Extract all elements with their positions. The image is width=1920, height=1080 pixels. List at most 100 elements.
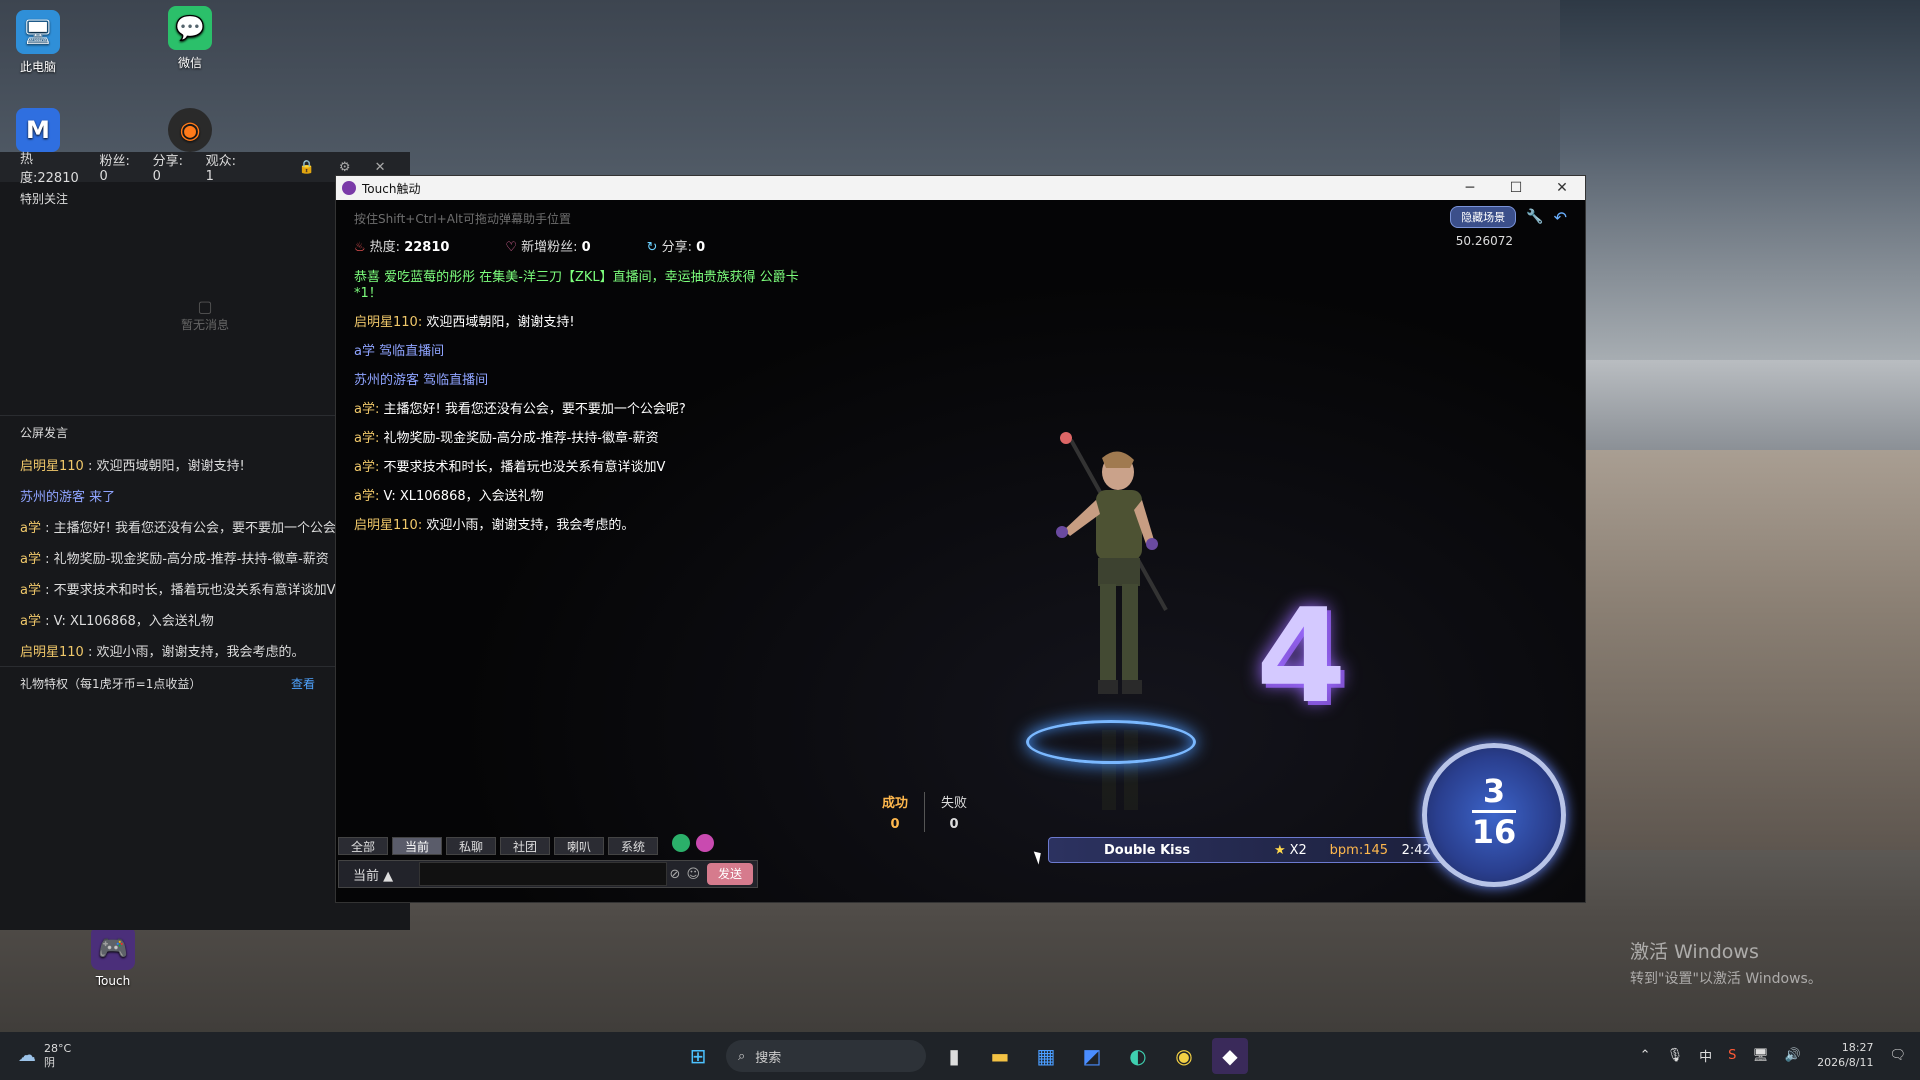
assistant-message: 苏州的游客 来了 bbox=[0, 480, 335, 511]
chat-nick: a学: bbox=[354, 402, 380, 417]
chat-tab[interactable]: 社团 bbox=[500, 837, 550, 855]
chat-nick: 启明星110: bbox=[354, 518, 423, 533]
sogou-icon[interactable]: S bbox=[1728, 1048, 1736, 1063]
song-info-bar: Double Kiss ★ X2 bpm:145 2:42 bbox=[1048, 837, 1468, 863]
touch-game-window: Touch触动 ─ ☐ ✕ 按住Shift+Ctrl+Alt可拖动弹幕助手位置 … bbox=[335, 175, 1586, 903]
close-icon[interactable]: ✕ bbox=[375, 160, 386, 175]
app-m-taskbar-icon[interactable]: ◩ bbox=[1074, 1038, 1110, 1074]
message-text: 礼物奖励-现金奖励-高分成-推荐-扶持-徽章-薪资 bbox=[53, 552, 329, 567]
share-icon: ↻ bbox=[646, 240, 658, 255]
heart-icon: ♡ bbox=[505, 240, 518, 255]
desktop-icon-touch[interactable]: 🎮 Touch bbox=[73, 926, 153, 988]
countdown-number: 4 bbox=[1256, 580, 1347, 732]
desktop-icon-recorder[interactable]: ◉ bbox=[150, 108, 230, 156]
viewers-stat: 观众: 1 bbox=[205, 154, 237, 184]
touch-taskbar-icon[interactable]: ◆ bbox=[1212, 1038, 1248, 1074]
watermark-line-1: 激活 Windows bbox=[1630, 941, 1759, 963]
dance-platform bbox=[1026, 720, 1196, 764]
back-icon[interactable]: ↶ bbox=[1554, 208, 1567, 227]
lock-icon[interactable]: 🔒 bbox=[299, 160, 315, 175]
weather-widget[interactable]: ☁ 28°C 阴 bbox=[18, 1042, 71, 1070]
flame-icon: ♨ bbox=[354, 240, 366, 255]
hide-scene-button[interactable]: 隐藏场景 bbox=[1450, 206, 1517, 228]
minimize-button[interactable]: ─ bbox=[1447, 180, 1493, 196]
top-right-controls: 隐藏场景 🔧 ↶ bbox=[1450, 206, 1567, 228]
taskbar-search[interactable]: ⌕ 搜索 bbox=[726, 1040, 926, 1072]
clock[interactable]: 18:27 2026/8/11 bbox=[1817, 1040, 1873, 1070]
window-titlebar[interactable]: Touch触动 ─ ☐ ✕ bbox=[336, 176, 1585, 200]
chat-input[interactable] bbox=[419, 862, 667, 886]
success-label: 成功 bbox=[881, 796, 908, 811]
chat-message: a学: V: XL106868，入会送礼物 bbox=[354, 489, 824, 505]
microphone-icon[interactable]: 🎙 bbox=[1667, 1048, 1684, 1063]
store-icon[interactable]: ▦ bbox=[1028, 1038, 1064, 1074]
mouse-cursor bbox=[1033, 849, 1045, 865]
monitor-icon: 🖥 bbox=[16, 10, 60, 54]
desktop-icon-label: 此电脑 bbox=[19, 60, 56, 74]
enter-message: a学 驾临直播间 bbox=[354, 344, 824, 360]
song-bpm: bpm:145 bbox=[1329, 842, 1389, 858]
chat-text: 苏州的游客 驾临直播间 bbox=[354, 373, 489, 388]
gift-privilege-text: 礼物特权（每1虎牙币=1点收益） bbox=[20, 677, 202, 691]
no-icon[interactable]: ⊘ bbox=[670, 867, 681, 882]
share-stat: 分享: 0 bbox=[152, 154, 183, 184]
task-view-icon[interactable]: ▮ bbox=[936, 1038, 972, 1074]
message-separator: : bbox=[40, 614, 54, 629]
chevron-up-icon[interactable]: ⌃ bbox=[1640, 1048, 1651, 1063]
emoji-pink-icon[interactable] bbox=[696, 834, 714, 852]
desktop-icon-this-pc[interactable]: 🖥 此电脑 bbox=[0, 10, 78, 75]
success-value: 0 bbox=[890, 817, 900, 832]
chat-tab[interactable]: 喇叭 bbox=[554, 837, 604, 855]
search-placeholder: 搜索 bbox=[755, 1050, 782, 1066]
chat-tab[interactable]: 系统 bbox=[608, 837, 658, 855]
chat-text: 恭喜 爱吃蓝莓的彤彤 在集美-洋三刀【ZKL】直播间，幸运抽贵族获得 公爵卡*1… bbox=[354, 270, 799, 301]
chat-text: 礼物奖励-现金奖励-高分成-推荐-扶持-徽章-薪资 bbox=[379, 431, 659, 446]
window-title: Touch触动 bbox=[362, 181, 421, 196]
chat-tab[interactable]: 全部 bbox=[338, 837, 388, 855]
chat-text: a学 驾临直播间 bbox=[354, 344, 445, 359]
gift-privilege-link[interactable]: 查看 bbox=[291, 675, 315, 692]
chat-tabs: 全部 当前 私聊 社团 喇叭 系统 bbox=[338, 837, 658, 855]
notification-icon[interactable]: 🗨 bbox=[1889, 1048, 1906, 1063]
game-app-icon[interactable]: ◉ bbox=[1166, 1038, 1202, 1074]
chat-text: 欢迎西域朝阳，谢谢支持! bbox=[422, 315, 575, 330]
send-button[interactable]: 发送 bbox=[707, 863, 753, 885]
weather-temp: 28°C bbox=[44, 1042, 72, 1055]
app-m-icon: M bbox=[16, 108, 60, 152]
emoji-green-icon[interactable] bbox=[672, 834, 690, 852]
wrench-icon[interactable]: 🔧 bbox=[1526, 209, 1543, 225]
settings-icon[interactable]: ⚙ bbox=[339, 160, 351, 175]
message-text: 不要求技术和时长，播着玩也没关系有意详谈加V bbox=[53, 583, 335, 598]
file-explorer-icon[interactable]: ▬ bbox=[982, 1038, 1018, 1074]
chat-tab[interactable]: 私聊 bbox=[446, 837, 496, 855]
chat-scope-selector[interactable]: 当前 ▲ bbox=[339, 865, 419, 884]
chat-nick: 启明星110: bbox=[354, 315, 423, 330]
progress-total: 16 bbox=[1471, 813, 1517, 851]
maximize-button[interactable]: ☐ bbox=[1493, 180, 1539, 196]
clock-date: 2026/8/11 bbox=[1817, 1056, 1874, 1069]
chat-message: a学: 不要求技术和时长，播着玩也没关系有意详谈加V bbox=[354, 460, 824, 476]
empty-icon: ▢ bbox=[197, 297, 213, 316]
volume-icon[interactable]: 🔊 bbox=[1785, 1048, 1801, 1063]
network-icon[interactable]: 🖥 bbox=[1752, 1048, 1769, 1063]
enter-message: 苏州的游客 驾临直播间 bbox=[354, 373, 824, 389]
drag-hint: 按住Shift+Ctrl+Alt可拖动弹幕助手位置 bbox=[354, 212, 571, 226]
ime-icon[interactable]: 中 bbox=[1699, 1046, 1712, 1065]
message-nick: a学 bbox=[20, 521, 41, 536]
desktop-icon-wechat[interactable]: 💬 微信 bbox=[150, 6, 230, 71]
wechat-icon: 💬 bbox=[168, 6, 212, 50]
chat-tab[interactable]: 当前 bbox=[392, 837, 442, 855]
beat-progress-counter: 3 16 bbox=[1422, 743, 1566, 887]
desktop-icon-label: Touch bbox=[95, 974, 131, 988]
fans-stat: 粉丝: 0 bbox=[99, 154, 130, 184]
window-close-button[interactable]: ✕ bbox=[1539, 180, 1585, 196]
smiley-icon[interactable]: ☺ bbox=[686, 867, 700, 882]
fail-score: 失败 0 bbox=[925, 792, 983, 832]
cloud-icon: ☁ bbox=[18, 1045, 36, 1066]
song-multiplier: X2 bbox=[1289, 842, 1307, 858]
start-icon[interactable]: ⊞ bbox=[680, 1038, 716, 1074]
message-nick: 启明星110 bbox=[20, 459, 84, 474]
chat-nick: a学: bbox=[354, 431, 380, 446]
edge-icon[interactable]: ◐ bbox=[1120, 1038, 1156, 1074]
chat-text: 欢迎小雨，谢谢支持，我会考虑的。 bbox=[422, 518, 635, 533]
